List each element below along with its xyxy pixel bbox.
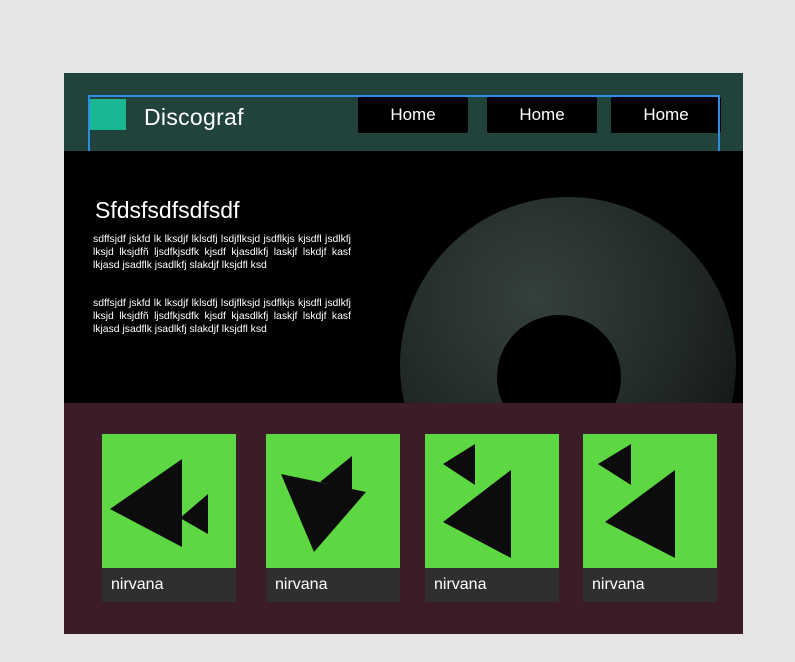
hero-section: Sfdsfsdfsdfsdf sdffsjdf jskfd lk lksdjf …	[64, 151, 743, 403]
album-card-3[interactable]: nirvana	[425, 434, 559, 602]
header: Discograf Home Home Home	[64, 73, 743, 153]
album-label: nirvana	[102, 568, 236, 602]
hero-paragraph-2: sdffsjdf jskfd lk lksdjf lklsdfj lsdjflk…	[93, 298, 351, 336]
album-card-2[interactable]: nirvana	[266, 434, 400, 602]
album-label: nirvana	[266, 568, 400, 602]
album-card-4[interactable]: nirvana	[583, 434, 717, 602]
albums-section: nirvana nirvana nirvana nirvana	[64, 403, 743, 634]
album-cover-triangles-icon	[583, 434, 717, 568]
album-label: nirvana	[425, 568, 559, 602]
album-label: nirvana	[583, 568, 717, 602]
album-cover-triangles-icon	[425, 434, 559, 568]
header-outline	[88, 95, 720, 153]
album-cover-triangles-icon	[266, 434, 400, 568]
album-cover-triangles-icon	[102, 434, 236, 568]
album-card-1[interactable]: nirvana	[102, 434, 236, 602]
hero-paragraph-1: sdffsjdf jskfd lk lksdjf lklsdfj lsdjflk…	[93, 234, 351, 272]
app-frame: Discograf Home Home Home Sfdsfsdfsdfsdf …	[64, 73, 743, 634]
hero-title: Sfdsfsdfsdfsdf	[95, 197, 240, 223]
